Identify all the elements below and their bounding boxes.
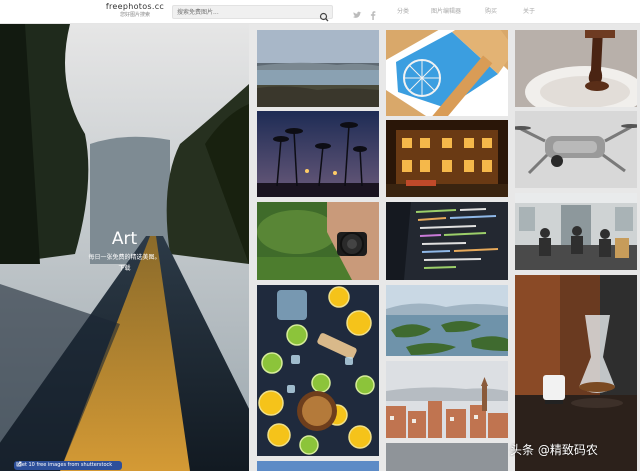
site-header: freephotos.cc 您好图片搜索 分类 图片编辑器 购买 xyxy=(0,0,640,24)
site-subtitle: 您好图片搜索 xyxy=(119,12,150,18)
search-icon xyxy=(319,12,329,22)
photo-image xyxy=(386,361,508,438)
photo-image xyxy=(515,193,637,270)
photo-landscape-water-mountains[interactable] xyxy=(257,30,379,107)
photo-code-on-screen[interactable] xyxy=(386,202,508,280)
photo-lit-building-night[interactable] xyxy=(386,120,508,197)
twitter-icon xyxy=(353,11,362,18)
photo-image xyxy=(386,202,508,280)
external-link-icon xyxy=(16,461,22,467)
photo-citrus-fruit-flatlay[interactable] xyxy=(257,285,379,456)
photo-image xyxy=(257,202,379,280)
photo-drone[interactable] xyxy=(515,111,637,188)
photo-sky-partial[interactable] xyxy=(257,461,379,471)
promo-text: Get 10 free images from shutterstock xyxy=(18,462,113,468)
photo-ferris-wheel-frame[interactable] xyxy=(386,30,508,116)
search-input[interactable] xyxy=(177,7,315,17)
nav-buy[interactable]: 购买 xyxy=(485,7,497,16)
facebook-icon xyxy=(370,11,376,20)
photo-image xyxy=(386,443,508,471)
photo-image xyxy=(386,285,508,356)
photo-chocolate-sauce-pour[interactable] xyxy=(515,30,637,107)
photo-lake-islands-aerial[interactable] xyxy=(386,285,508,356)
photo-image xyxy=(515,111,637,188)
hero-subtitle: 每日一张免费的精选美图。 xyxy=(88,254,161,261)
photo-image xyxy=(257,285,379,456)
photo-image xyxy=(386,120,508,197)
watermark: 头条 @精致码农 xyxy=(510,443,598,457)
photo-subway-interior[interactable] xyxy=(515,193,637,270)
hero-download-link[interactable]: 下载 xyxy=(0,263,249,272)
hero-title: Art xyxy=(111,229,138,249)
page: freephotos.cc 您好图片搜索 分类 图片编辑器 购买 xyxy=(0,0,640,471)
twitter-link[interactable] xyxy=(352,6,362,18)
photo-image xyxy=(386,30,508,116)
shutterstock-promo[interactable]: Get 10 free images from shutterstock xyxy=(14,461,122,470)
photo-city-rooftops[interactable] xyxy=(386,361,508,438)
photo-image xyxy=(257,461,379,471)
photo-camera-in-hand[interactable] xyxy=(257,202,379,280)
nav-categories[interactable]: 分类 xyxy=(397,7,409,16)
hero-banner[interactable]: Art 每日一张免费的精选美图。 下载 Get 10 free images f… xyxy=(0,24,249,471)
photo-image xyxy=(257,30,379,107)
search-button[interactable] xyxy=(318,7,330,22)
photo-image xyxy=(257,111,379,197)
photo-partial-bottom[interactable] xyxy=(386,443,508,471)
photo-image xyxy=(515,30,637,107)
site-title[interactable]: freephotos.cc xyxy=(104,2,166,12)
nav-about[interactable]: 关于 xyxy=(523,7,535,16)
nav-image-editor[interactable]: 图片编辑器 xyxy=(431,7,461,16)
site-logo[interactable]: freephotos.cc 您好图片搜索 xyxy=(104,2,166,19)
search-bar xyxy=(172,5,333,22)
photo-palm-trees-night[interactable] xyxy=(257,111,379,197)
facebook-link[interactable] xyxy=(368,6,378,20)
